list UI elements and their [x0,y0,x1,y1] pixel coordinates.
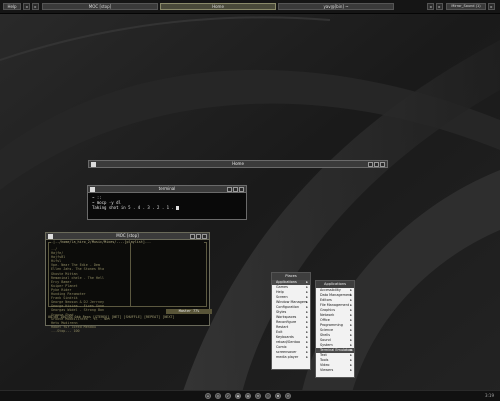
maximize-button[interactable] [233,187,238,192]
places-menu-item-label: reload/Gentoo [276,340,301,344]
maximize-button[interactable] [374,162,379,167]
help-button[interactable]: Help [3,3,21,10]
desktop-wallpaper [0,0,500,400]
task-home[interactable]: Home [160,3,276,10]
places-menu-item-label: Workspaces [276,315,297,319]
places-menu-item-label: Configuration [276,305,299,309]
submenu-arrow-icon: ▸ [306,355,308,359]
places-menu-item-label: media player [276,355,299,359]
launcher-dock: ⌂ ◎ ♪ ▣ ▤ ✉ ◌ ✱ ⏻ [205,393,295,399]
moc-pane-divider [130,243,131,306]
moc-status-line: 00:00 100:00 0kb Reps [STEREO] [NET] [SH… [48,315,175,319]
places-menu-item-label: Exit [276,330,283,334]
music-icon[interactable]: ♪ [225,393,231,399]
applications-menu-item-label: Shells [320,333,331,337]
close-button[interactable] [239,187,244,192]
places-menu-item-label: Restart [276,325,289,329]
master-volume-bar[interactable]: Master 77% [166,309,212,314]
places-menu-item-label: Reconfigure [276,320,297,324]
places-menu-item-label: Screen [276,295,288,299]
applications-menu-item-label: Data Management [320,293,352,297]
applications-menu[interactable]: Applications Accessibility ▸ Data Manageme… [315,280,355,378]
moc-player[interactable]: -|--/home/la_hiro_2/Music/Mixes/----[pla… [45,240,212,333]
applications-menu-item-label: Tools [320,358,329,362]
places-menu-item-label: Applications [276,280,297,284]
terminal-titlebar[interactable]: terminal [87,185,247,193]
task-moc[interactable]: MOC [stop] [42,3,158,10]
next-task-button[interactable]: ▸ [436,3,443,10]
clock: 3:19 [485,393,494,398]
places-menu-item-label: Help [276,290,284,294]
task-terminal[interactable]: yav@[bin] ~ [278,3,394,10]
moc-path-header: -|--/home/la_hiro_2/Music/Mixes/----[pla… [51,240,204,245]
next-workspace-button[interactable]: ▸ [32,3,39,10]
power-icon[interactable]: ⏻ [285,393,291,399]
applications-menu-item-label: Graphics [320,308,335,312]
applications-menu-item-label: System [320,343,333,347]
text-cursor [176,206,180,210]
applications-menu-item-label: File Management [320,303,350,307]
minimize-button[interactable] [190,234,195,239]
task-mirror-sound[interactable]: Mirror_Sound (1) [446,3,486,10]
applications-menu-title: Applications [316,281,354,288]
top-panel: Help ◂ ▸ MOC [stop] Home yav@[bin] ~ ◂ ▸… [0,0,500,14]
places-menu-item[interactable]: media player ▸ [272,355,310,360]
moc-title: MOC [stop] [116,233,139,238]
places-menu-item-label: Styles [276,310,287,314]
places-menu-title: Places [272,273,310,280]
applications-menu-item-label: Editors [320,298,332,302]
applications-menu-item[interactable]: Viewers ▸ [316,368,354,373]
applications-menu-item-label: Text [320,353,327,357]
terminal-output[interactable]: ~ :: ~ mocp -y dl Taking shot in 5 . 4 .… [87,193,247,220]
minimize-button[interactable] [368,162,373,167]
globe-icon[interactable]: ◎ [215,393,221,399]
moc-titlebar[interactable]: MOC [stop] [45,232,210,240]
applications-menu-item-label: Office [320,318,330,322]
home-window-titlebar[interactable]: Home [88,160,388,168]
places-menu-item-label: Keyboards [276,335,294,339]
minimize-button[interactable] [227,187,232,192]
applications-menu-item-label: Programming [320,323,343,327]
panel-menu-button[interactable]: ▸ [488,3,495,10]
mail-icon[interactable]: ✉ [255,393,261,399]
places-menu[interactable]: Places Applications ▸ Games ▸ Help ▸ Screen ▸ Wi… [271,272,311,370]
applications-menu-item-label: Terminal Emulators [320,348,353,352]
bottom-panel: ⌂ ◎ ♪ ▣ ▤ ✉ ◌ ✱ ⏻ 3:19 [0,390,500,401]
close-button[interactable] [202,234,207,239]
home-window[interactable]: Home [88,160,388,169]
prev-task-button[interactable]: ◂ [427,3,434,10]
applications-menu-item-label: Accessibility [320,288,341,292]
chat-icon[interactable]: ◌ [265,393,271,399]
settings-icon[interactable]: ✱ [275,393,281,399]
applications-menu-item-label: Sound [320,338,331,342]
applications-menu-item-label: Viewers [320,368,334,372]
folder-icon[interactable]: ▤ [245,393,251,399]
maximize-button[interactable] [196,234,201,239]
prev-workspace-button[interactable]: ◂ [23,3,30,10]
submenu-arrow-icon: ▸ [350,368,352,372]
applications-menu-item-label: Network [320,313,335,317]
applications-menu-item-label: Video [320,363,330,367]
home-icon[interactable]: ⌂ [205,393,211,399]
home-window-title: Home [232,161,244,166]
terminal-window[interactable]: terminal ~ :: ~ mocp -y dl Taking shot i… [87,185,247,220]
terminal-title: terminal [158,186,176,191]
places-menu-item-label: screensaver [276,350,297,354]
close-button[interactable] [380,162,385,167]
terminal-icon[interactable]: ▣ [235,393,241,399]
terminal-line: Taking shot in 5 . 4 . 3 . 2 . 1 . [92,205,174,210]
places-menu-item-label: Games [276,285,288,289]
moc-status-area: Master 77% 00:00 100:00 0kb Reps [STEREO… [48,309,212,321]
applications-menu-item-label: Science [320,328,334,332]
moc-file-panel: -|--/home/la_hiro_2/Music/Mixes/----[pla… [48,240,207,333]
moc-window[interactable]: MOC [stop] -|--/home/la_hiro_2/Music/Mix… [45,232,212,333]
places-menu-item-label: Comix [276,345,287,349]
moc-file-item[interactable]: ---Stop--- 100 [51,329,125,333]
places-menu-item-label: Window Managers [276,300,308,304]
